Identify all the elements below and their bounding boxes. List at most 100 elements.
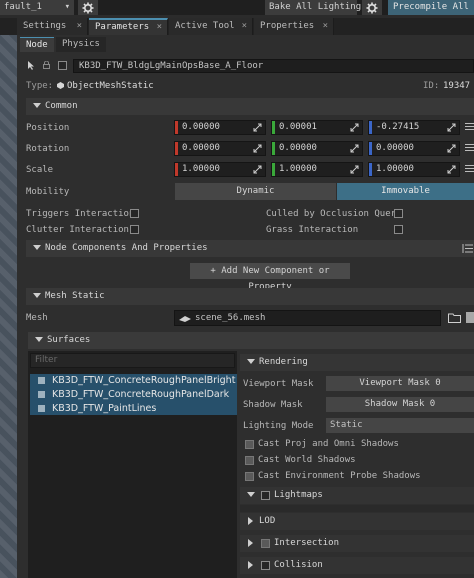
- scale-z-field[interactable]: 1.00000: [368, 162, 460, 177]
- tab-settings[interactable]: Settings ×: [17, 18, 88, 35]
- section-collision[interactable]: Collision: [240, 557, 474, 574]
- section-surfaces[interactable]: Surfaces: [28, 332, 474, 349]
- cast-world-checkbox[interactable]: [245, 456, 254, 465]
- expand-arrows-icon[interactable]: [447, 165, 456, 174]
- position-x-value: 0.00000: [182, 122, 220, 132]
- node-enabled-checkbox[interactable]: [58, 61, 67, 70]
- surface-item[interactable]: KB3D_FTW_ConcreteRoughPanelBright: [52, 375, 235, 386]
- rotation-menu-icon[interactable]: [465, 144, 474, 153]
- mesh-path-field[interactable]: scene_56.mesh: [174, 310, 441, 326]
- tab-active-tool[interactable]: Active Tool ×: [169, 18, 253, 35]
- cast-proj-omni-checkbox[interactable]: [245, 440, 254, 449]
- expand-arrows-icon[interactable]: [447, 123, 456, 132]
- rotation-x-value: 0.00000: [182, 143, 220, 153]
- surface-icon: [38, 377, 45, 384]
- mesh-extra-button[interactable]: [466, 312, 474, 323]
- grass-interaction-label: Grass Interaction: [266, 225, 359, 235]
- expand-arrows-icon[interactable]: [350, 123, 359, 132]
- section-rendering[interactable]: Rendering: [240, 354, 474, 371]
- add-component-button[interactable]: + Add New Component or Property: [190, 263, 350, 292]
- rotation-x-field[interactable]: 0.00000: [174, 141, 266, 156]
- position-z-field[interactable]: -0.27415: [368, 120, 460, 135]
- filter-placeholder: Filter: [35, 355, 58, 365]
- cursor-icon[interactable]: [27, 61, 35, 70]
- mobility-label: Mobility: [26, 187, 70, 197]
- grass-interaction-checkbox[interactable]: [394, 225, 403, 234]
- surface-item[interactable]: KB3D_FTW_ConcreteRoughPanelDark: [52, 389, 229, 400]
- lock-icon[interactable]: [43, 60, 50, 69]
- rotation-y-field[interactable]: 0.00000: [271, 141, 363, 156]
- axis-z-bar: [369, 163, 372, 176]
- collapse-triangle-icon: [33, 245, 41, 250]
- section-mesh-static[interactable]: Mesh Static: [26, 288, 474, 305]
- folder-icon[interactable]: [448, 312, 461, 323]
- surface-item[interactable]: KB3D_FTW_PaintLines: [52, 403, 156, 414]
- scene-viewport-edge[interactable]: [0, 35, 17, 578]
- expand-arrows-icon[interactable]: [253, 123, 262, 132]
- cast-env-probe-checkbox[interactable]: [245, 472, 254, 481]
- tab-properties[interactable]: Properties ×: [254, 18, 334, 35]
- viewport-mask-button[interactable]: Viewport Mask 0: [326, 376, 474, 391]
- mobility-dynamic-option[interactable]: Dynamic: [175, 183, 336, 200]
- mobility-immovable-option[interactable]: Immovable: [337, 183, 474, 200]
- bake-settings-gear-icon[interactable]: [362, 0, 382, 15]
- section-common[interactable]: Common: [26, 98, 474, 115]
- scale-x-field[interactable]: 1.00000: [174, 162, 266, 177]
- collision-checkbox[interactable]: [261, 561, 270, 570]
- section-node-components[interactable]: Node Components And Properties: [26, 240, 474, 257]
- culled-by-occlusion-checkbox[interactable]: [394, 209, 403, 218]
- axis-y-bar: [272, 163, 275, 176]
- scale-x-value: 1.00000: [182, 164, 220, 174]
- axis-z-bar: [369, 121, 372, 134]
- expand-arrows-icon[interactable]: [253, 144, 262, 153]
- collapse-triangle-icon: [247, 359, 255, 364]
- cast-proj-omni-label: Cast Proj and Omni Shadows: [258, 439, 399, 449]
- surfaces-filter-input[interactable]: Filter: [30, 353, 235, 368]
- position-z-value: -0.27415: [376, 122, 420, 132]
- id-label: ID:: [423, 81, 440, 91]
- scale-y-value: 1.00000: [279, 164, 317, 174]
- surface-icon: [38, 405, 45, 412]
- expand-triangle-icon: [248, 539, 253, 547]
- mesh-file-icon: [179, 316, 191, 322]
- close-icon[interactable]: ×: [77, 18, 82, 35]
- section-intersection[interactable]: Intersection: [240, 535, 474, 552]
- node-name-value: KB3D_FTW_BldgLgMainOpsBase_A_Floor: [79, 61, 264, 71]
- rotation-z-field[interactable]: 0.00000: [368, 141, 460, 156]
- gear-icon[interactable]: [78, 0, 98, 15]
- expand-arrows-icon[interactable]: [350, 165, 359, 174]
- clutter-interaction-checkbox[interactable]: [130, 225, 139, 234]
- subtab-node[interactable]: Node: [20, 37, 54, 52]
- intersection-checkbox[interactable]: [261, 539, 270, 548]
- shadow-mask-button[interactable]: Shadow Mask 0: [326, 397, 474, 412]
- components-menu-icon[interactable]: [462, 244, 473, 253]
- axis-x-bar: [175, 142, 178, 155]
- type-label: Type:: [26, 81, 54, 91]
- node-name-field[interactable]: KB3D_FTW_BldgLgMainOpsBase_A_Floor: [73, 59, 474, 73]
- collapse-triangle-icon: [33, 293, 41, 298]
- close-icon[interactable]: ×: [323, 18, 328, 35]
- lighting-mode-dropdown[interactable]: Static: [326, 418, 474, 433]
- scale-menu-icon[interactable]: [465, 165, 474, 174]
- tab-label: Parameters: [95, 22, 150, 32]
- expand-arrows-icon[interactable]: [253, 165, 262, 174]
- position-y-field[interactable]: 0.00001: [271, 120, 363, 135]
- section-title: Intersection: [274, 538, 340, 548]
- scale-y-field[interactable]: 1.00000: [271, 162, 363, 177]
- section-lightmaps[interactable]: Lightmaps: [240, 487, 474, 504]
- position-x-field[interactable]: 0.00000: [174, 120, 266, 135]
- preset-dropdown[interactable]: fault_1 ▾: [0, 0, 74, 15]
- tab-label: Properties: [260, 21, 315, 31]
- close-icon[interactable]: ×: [157, 20, 162, 34]
- tab-parameters[interactable]: Parameters ×: [89, 18, 168, 35]
- bake-all-lighting-button[interactable]: Bake All Lighting: [265, 0, 361, 15]
- position-menu-icon[interactable]: [465, 123, 474, 132]
- expand-arrows-icon[interactable]: [447, 144, 456, 153]
- triggers-interaction-checkbox[interactable]: [130, 209, 139, 218]
- precompile-button[interactable]: Precompile All S: [388, 0, 474, 15]
- subtab-physics[interactable]: Physics: [56, 37, 106, 52]
- lightmaps-checkbox[interactable]: [261, 491, 270, 500]
- close-icon[interactable]: ×: [242, 18, 247, 35]
- section-lod[interactable]: LOD: [240, 513, 474, 530]
- expand-arrows-icon[interactable]: [350, 144, 359, 153]
